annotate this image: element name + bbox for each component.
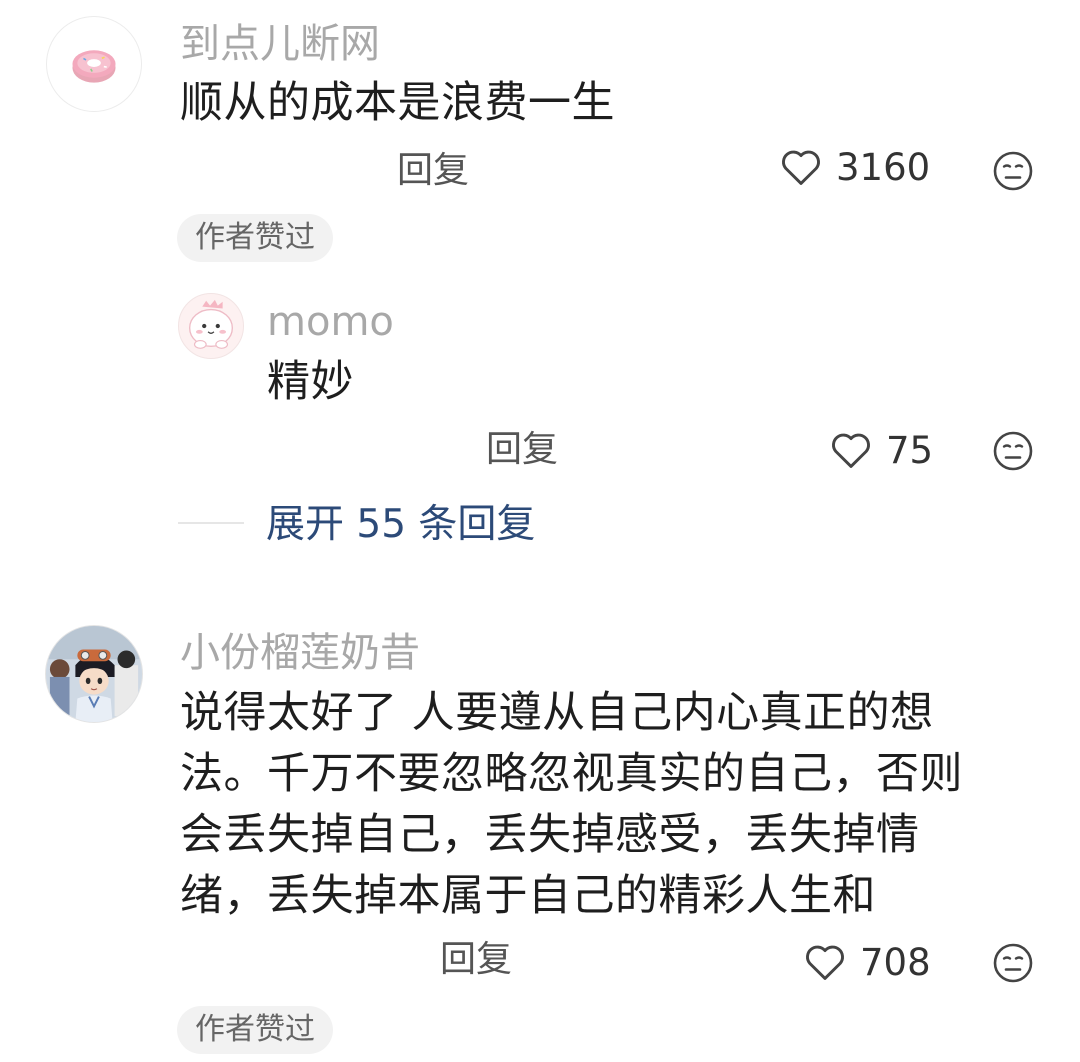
avatar[interactable] bbox=[178, 293, 244, 359]
comment-text-line: 绪，丢失掉本属于自己的精彩人生和 bbox=[180, 871, 876, 921]
reply-button[interactable]: 回复 bbox=[397, 153, 469, 189]
comment-username[interactable]: 小份榴莲奶昔 bbox=[180, 633, 420, 673]
donut-icon bbox=[72, 50, 116, 83]
anime-character-icon bbox=[46, 626, 142, 722]
like-button[interactable]: 3160 bbox=[780, 148, 930, 186]
meh-face-icon[interactable] bbox=[993, 943, 1033, 987]
like-button[interactable]: 708 bbox=[804, 943, 931, 981]
expand-divider bbox=[178, 522, 244, 524]
heart-outline-icon bbox=[832, 433, 870, 468]
reply-username[interactable]: momo bbox=[267, 302, 394, 342]
avatar[interactable] bbox=[46, 16, 142, 112]
comment-username[interactable]: 到点儿断网 bbox=[180, 24, 380, 64]
comment-text: 说得太好了 人要遵从自己内心真正的想 法。千万不要忽略忽视真实的自己，否则 会丢… bbox=[180, 683, 963, 927]
cartoon-dino-icon bbox=[188, 299, 234, 349]
comment-text-line: 会丢失掉自己，丢失掉感受，丢失掉情 bbox=[180, 810, 920, 860]
heart-outline-icon bbox=[806, 945, 844, 980]
meh-face-icon[interactable] bbox=[993, 151, 1033, 195]
heart-outline-icon bbox=[782, 150, 820, 185]
author-liked-badge: 作者赞过 bbox=[177, 214, 333, 262]
comment-text-line: 法。千万不要忽略忽视真实的自己，否则 bbox=[180, 749, 963, 799]
like-count: 75 bbox=[886, 428, 934, 472]
comment-text: 顺从的成本是浪费一生 bbox=[180, 78, 615, 128]
like-button[interactable]: 75 bbox=[830, 431, 933, 469]
reply-text: 精妙 bbox=[267, 357, 354, 407]
meh-face-icon[interactable] bbox=[993, 431, 1033, 475]
like-count: 708 bbox=[860, 940, 931, 984]
reply-button[interactable]: 回复 bbox=[440, 942, 512, 978]
reply-button[interactable]: 回复 bbox=[486, 432, 558, 468]
like-count: 3160 bbox=[836, 145, 931, 189]
avatar[interactable] bbox=[45, 625, 143, 723]
author-liked-badge: 作者赞过 bbox=[177, 1006, 333, 1054]
expand-replies-link[interactable]: 展开 55 条回复 bbox=[266, 505, 535, 544]
comment-text-line: 说得太好了 人要遵从自己内心真正的想 bbox=[180, 688, 934, 738]
